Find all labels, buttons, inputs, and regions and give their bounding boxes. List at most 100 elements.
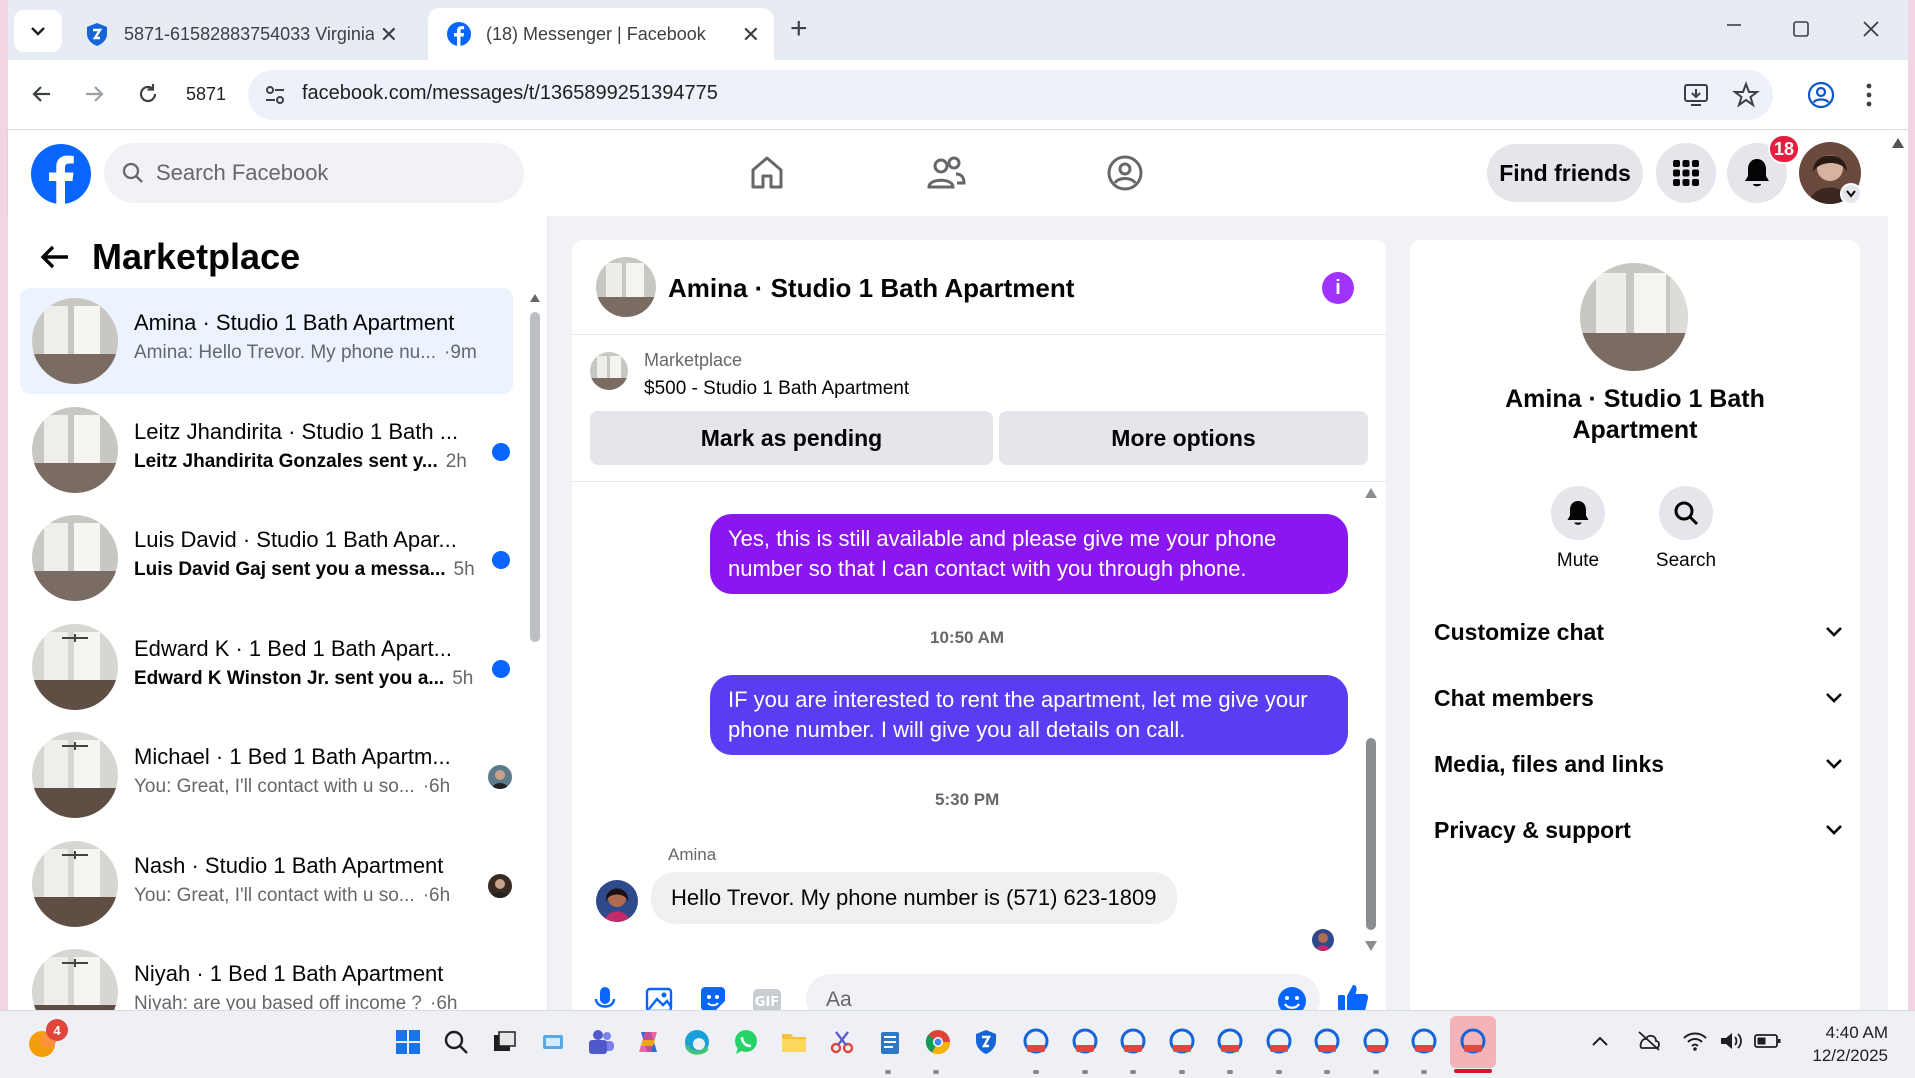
- browser-profile-app[interactable]: [1312, 1027, 1342, 1057]
- more-options-button[interactable]: More options: [999, 411, 1368, 465]
- onedrive-status[interactable]: [1636, 1030, 1662, 1052]
- chrome-app[interactable]: [923, 1027, 953, 1057]
- chat-avatar[interactable]: [596, 257, 656, 317]
- edge-app[interactable]: [682, 1027, 712, 1057]
- show-hidden-icons-button[interactable]: [1590, 1034, 1610, 1048]
- bookmark-button[interactable]: [1732, 81, 1760, 109]
- teams-app[interactable]: [586, 1027, 616, 1057]
- task-view-button[interactable]: [489, 1027, 519, 1057]
- mute-label: Mute: [1556, 550, 1600, 571]
- chat-list-scrollbar[interactable]: [530, 312, 540, 642]
- new-tab-button[interactable]: +: [790, 12, 808, 46]
- home-nav-button[interactable]: [748, 154, 786, 192]
- attach-photo-button[interactable]: [645, 985, 675, 1013]
- mute-circle[interactable]: [1551, 486, 1605, 540]
- mute-button[interactable]: Mute: [1548, 486, 1608, 572]
- wifi-status[interactable]: [1682, 1030, 1708, 1052]
- chat-scroll-down[interactable]: [1364, 940, 1378, 952]
- browser-profile-app[interactable]: [1118, 1027, 1148, 1057]
- search-circle[interactable]: [1659, 486, 1713, 540]
- conversation-info-button[interactable]: i: [1322, 272, 1354, 304]
- page-scroll-up[interactable]: [1891, 137, 1905, 149]
- avatar-photo-icon: [488, 765, 512, 789]
- browser-profile-app[interactable]: [1215, 1027, 1245, 1057]
- friends-nav-button[interactable]: [926, 154, 966, 192]
- facebook-search[interactable]: [104, 143, 524, 203]
- conversation-preview: Amina: Hello Trevor. My phone nu...: [134, 342, 437, 363]
- site-settings-button[interactable]: [262, 82, 288, 108]
- close-window-button[interactable]: [1861, 19, 1881, 39]
- account-dropdown[interactable]: [1840, 183, 1862, 205]
- copilot-app[interactable]: [634, 1027, 664, 1057]
- groups-icon: [1107, 155, 1143, 191]
- chat-title[interactable]: Amina · Studio 1 Bath Apartment: [668, 273, 1074, 304]
- tab-messenger[interactable]: (18) Messenger | Facebook ✕: [428, 8, 774, 60]
- sender-avatar[interactable]: [596, 880, 638, 922]
- browser-profile-app[interactable]: [1264, 1027, 1294, 1057]
- tab-virginia[interactable]: 5871-61582883754033 Virginia ✕: [66, 8, 412, 60]
- conversation-item[interactable]: Nash · Studio 1 Bath Apartment You: Great…: [20, 831, 513, 937]
- details-avatar[interactable]: [1580, 263, 1688, 371]
- sticker-button[interactable]: [698, 985, 728, 1013]
- page-scrollbar[interactable]: [1888, 130, 1908, 1010]
- url-text[interactable]: facebook.com/messages/t/1365899251394775: [302, 82, 718, 105]
- profile-button[interactable]: [1806, 80, 1836, 110]
- back-to-chats-button[interactable]: [38, 240, 72, 274]
- browser-profile-app[interactable]: [1070, 1027, 1100, 1057]
- browser-profile-app[interactable]: [1409, 1027, 1439, 1057]
- notepad-app[interactable]: [875, 1027, 905, 1057]
- start-button[interactable]: [393, 1027, 423, 1057]
- chat-scrollbar-thumb[interactable]: [1366, 738, 1376, 930]
- conversation-item[interactable]: Michael · 1 Bed 1 Bath Apartm... You: Gre…: [20, 722, 513, 828]
- profile-label[interactable]: 5871: [186, 84, 226, 105]
- conversation-item[interactable]: Leitz Jhandirita · Studio 1 Bath ... Leit…: [20, 397, 513, 503]
- chrome-menu-button[interactable]: [1864, 80, 1874, 110]
- browser-profile-app[interactable]: [1458, 1027, 1488, 1057]
- facebook-logo[interactable]: [30, 143, 92, 205]
- mark-as-pending-button[interactable]: Mark as pending: [590, 411, 993, 465]
- taskbar-search-button[interactable]: [441, 1027, 471, 1057]
- conversation-item[interactable]: Luis David · Studio 1 Bath Apar... Luis D…: [20, 505, 513, 611]
- media-files-links-section[interactable]: Media, files and links: [1434, 744, 1844, 784]
- whatsapp-app[interactable]: [731, 1027, 761, 1057]
- volume-status[interactable]: [1718, 1030, 1744, 1052]
- outgoing-message[interactable]: Yes, this is still available and please …: [710, 514, 1348, 594]
- browser-profile-app[interactable]: [1361, 1027, 1391, 1057]
- menu-button[interactable]: [1656, 143, 1716, 203]
- privacy-support-section[interactable]: Privacy & support: [1434, 810, 1844, 850]
- tab-close-button[interactable]: ✕: [380, 22, 398, 48]
- listing-thumbnail[interactable]: [590, 352, 628, 390]
- scissors-icon: [830, 1031, 854, 1054]
- find-friends-button[interactable]: Find friends: [1487, 144, 1643, 202]
- conversation-preview-row: Amina: Hello Trevor. My phone nu... ·9m: [134, 342, 484, 364]
- minimize-button[interactable]: [1723, 14, 1745, 36]
- search-in-conversation-button[interactable]: Search: [1656, 486, 1716, 572]
- install-app-button[interactable]: [1682, 82, 1710, 108]
- maximize-button[interactable]: [1792, 20, 1810, 38]
- chat-members-section[interactable]: Chat members: [1434, 678, 1844, 718]
- outgoing-message[interactable]: IF you are interested to rent the apartm…: [710, 675, 1348, 755]
- battery-status[interactable]: [1754, 1032, 1782, 1050]
- forward-button[interactable]: [74, 74, 114, 114]
- browser-profile-app[interactable]: [1167, 1027, 1197, 1057]
- widgets-app[interactable]: [538, 1027, 568, 1057]
- conversation-item[interactable]: Edward K · 1 Bed 1 Bath Apart... Edward K…: [20, 614, 513, 720]
- shield-browser-app[interactable]: [971, 1027, 1001, 1057]
- taskbar-clock[interactable]: 4:40 AM 12/2/2025: [1804, 1021, 1888, 1067]
- reload-button[interactable]: [128, 74, 168, 114]
- snipping-tool-app[interactable]: [827, 1027, 857, 1057]
- scroll-up-arrow[interactable]: [529, 293, 541, 303]
- tab-close-button[interactable]: ✕: [742, 22, 760, 48]
- incoming-message[interactable]: Hello Trevor. My phone number is (571) 6…: [651, 872, 1177, 924]
- file-explorer-app[interactable]: [779, 1027, 809, 1057]
- chat-scroll-up[interactable]: [1364, 487, 1378, 499]
- groups-nav-button[interactable]: [1106, 154, 1144, 192]
- customize-chat-section[interactable]: Customize chat: [1434, 612, 1844, 652]
- search-input[interactable]: [156, 160, 476, 186]
- conversation-item[interactable]: Amina · Studio 1 Bath Apartment Amina: He…: [20, 288, 513, 394]
- back-button[interactable]: [22, 74, 62, 114]
- arrow-left-icon: [32, 86, 50, 102]
- browser-profile-app[interactable]: [1021, 1027, 1051, 1057]
- tab-search-button[interactable]: [14, 10, 62, 52]
- listing-title[interactable]: $500 - Studio 1 Bath Apartment: [644, 378, 909, 400]
